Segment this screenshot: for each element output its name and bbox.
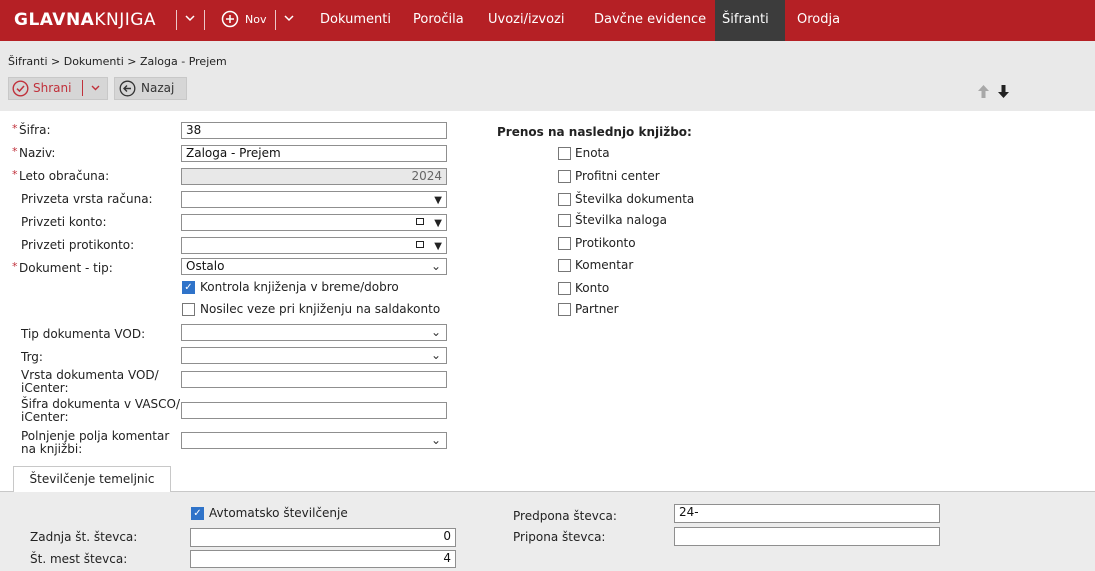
prenos-partner-label: Partner: [575, 302, 619, 316]
dokument-tip-label: Dokument - tip:: [19, 261, 113, 275]
prenos-enota-label: Enota: [575, 146, 610, 160]
chevron-down-icon: ⌄: [430, 348, 441, 362]
sifra-label: Šifra:: [19, 123, 51, 137]
chevron-down-icon[interactable]: [283, 12, 295, 27]
komentar-select[interactable]: ⌄: [181, 432, 447, 449]
chevron-down-icon: ⌄: [430, 259, 441, 273]
tip-vod-select[interactable]: ⌄: [181, 324, 447, 341]
dropdown-caret-icon: ▼: [434, 241, 442, 252]
top-nav-bar: GLAVNAKNJIGA Nov Dokumenti Poročila Uvoz…: [0, 0, 1095, 41]
vrsta-racuna-select[interactable]: ▼: [181, 191, 447, 208]
prenos-profitni-center-label: Profitni center: [575, 169, 660, 183]
prenos-stevilka-naloga-checkbox[interactable]: [558, 214, 571, 227]
pripona-input[interactable]: [674, 527, 940, 546]
chevron-down-icon: ⌄: [430, 433, 441, 447]
nav-porocila[interactable]: Poročila: [413, 12, 464, 27]
predpona-label: Predpona števca:: [513, 509, 617, 523]
prenos-stevilka-dokumenta-checkbox[interactable]: [558, 193, 571, 206]
protikonto-select[interactable]: ▼: [181, 237, 447, 254]
required-marker: *: [12, 260, 18, 273]
nav-sifranti[interactable]: Šifranti: [722, 12, 769, 27]
konto-select[interactable]: ▼: [181, 214, 447, 231]
prenos-stevilka-dokumenta-label: Številka dokumenta: [575, 192, 695, 206]
toolbar-area: [0, 41, 1095, 111]
vrsta-vod-label-line2: iCenter:: [21, 381, 69, 395]
plus-circle-icon[interactable]: [221, 10, 239, 31]
save-label: Shrani: [33, 81, 72, 95]
kontrola-label: Kontrola knjiženja v breme/dobro: [200, 280, 399, 294]
mest-stevca-label: Št. mest števca:: [30, 552, 128, 566]
nav-dokumenti[interactable]: Dokumenti: [320, 12, 391, 27]
sifra-vasco-input[interactable]: [181, 402, 447, 419]
naziv-input[interactable]: Zaloga - Prejem: [181, 145, 447, 162]
prenos-konto-checkbox[interactable]: [558, 282, 571, 295]
sifra-input[interactable]: 38: [181, 122, 447, 139]
arrow-down-icon[interactable]: [997, 84, 1010, 102]
required-marker: *: [12, 168, 18, 181]
save-split-divider: [82, 80, 83, 96]
sifra-vasco-label-line2: iCenter:: [21, 410, 69, 424]
trg-select[interactable]: ⌄: [181, 347, 447, 364]
nav-orodja[interactable]: Orodja: [797, 12, 840, 27]
breadcrumb: Šifranti > Dokumenti > Zaloga - Prejem: [8, 55, 227, 68]
nosilec-label: Nosilec veze pri knjiženju na saldakonto: [200, 302, 441, 316]
prenos-enota-checkbox[interactable]: [558, 147, 571, 160]
nav-davcne-evidence[interactable]: Davčne evidence: [594, 12, 706, 27]
prenos-komentar-label: Komentar: [575, 258, 634, 272]
komentar-label-line2: na knjižbi:: [21, 442, 83, 456]
tab-stevilcenje-temeljnic[interactable]: Številčenje temeljnic: [13, 466, 171, 492]
konto-label: Privzeti konto:: [21, 215, 107, 229]
dokument-tip-value: Ostalo: [186, 259, 225, 273]
dokument-tip-select[interactable]: Ostalo ⌄: [181, 258, 447, 275]
save-button[interactable]: Shrani: [8, 77, 108, 100]
required-marker: *: [12, 122, 18, 135]
calendar-icon[interactable]: [416, 218, 424, 225]
chevron-down-icon: ⌄: [430, 325, 441, 339]
kontrola-checkbox[interactable]: ✓: [182, 281, 195, 294]
arrow-up-icon[interactable]: [977, 84, 990, 102]
tip-vod-label: Tip dokumenta VOD:: [21, 327, 146, 341]
mest-stevca-input[interactable]: 4: [190, 550, 456, 568]
nav-uvozi-izvozi[interactable]: Uvozi/izvozi: [488, 12, 565, 27]
prenos-partner-checkbox[interactable]: [558, 303, 571, 316]
prenos-protikonto-checkbox[interactable]: [558, 237, 571, 250]
save-chevron-down-icon[interactable]: [90, 82, 101, 96]
prenos-konto-label: Konto: [575, 281, 610, 295]
arrow-left-circle-icon: [119, 80, 136, 100]
check-circle-icon: [12, 80, 29, 100]
nav-separator: [204, 10, 205, 30]
prenos-protikonto-label: Protikonto: [575, 236, 636, 250]
trg-label: Trg:: [21, 350, 43, 364]
dropdown-caret-icon: ▼: [434, 218, 442, 229]
dropdown-caret-icon: ▼: [434, 195, 442, 206]
logo-chevron-down-icon[interactable]: [184, 12, 196, 27]
prenos-stevilka-naloga-label: Številka naloga: [575, 213, 667, 227]
back-label: Nazaj: [141, 81, 175, 95]
prenos-profitni-center-checkbox[interactable]: [558, 170, 571, 183]
prenos-title: Prenos na naslednjo knjižbo:: [497, 125, 692, 139]
zadnja-stevca-label: Zadnja št. števca:: [30, 530, 138, 544]
required-marker: *: [12, 145, 18, 158]
naziv-label: Naziv:: [19, 146, 56, 160]
nosilec-checkbox[interactable]: [182, 303, 195, 316]
back-button[interactable]: Nazaj: [114, 77, 187, 100]
logo-light: KNJIGA: [94, 10, 157, 30]
vrsta-vod-input[interactable]: [181, 371, 447, 388]
nav-separator: [176, 10, 177, 30]
vrsta-racuna-label: Privzeta vrsta računa:: [21, 192, 153, 206]
leto-input: 2024: [181, 168, 447, 185]
pripona-label: Pripona števca:: [513, 530, 606, 544]
prenos-komentar-checkbox[interactable]: [558, 259, 571, 272]
logo-bold: GLAVNA: [14, 10, 95, 30]
calendar-icon[interactable]: [416, 241, 424, 248]
predpona-input[interactable]: 24-: [674, 504, 940, 523]
nav-separator: [275, 10, 276, 30]
zadnja-stevca-input[interactable]: 0: [190, 528, 456, 547]
new-button[interactable]: Nov: [245, 13, 266, 26]
leto-label: Leto obračuna:: [19, 169, 110, 183]
avto-stevilcenje-label: Avtomatsko številčenje: [209, 506, 348, 520]
protikonto-label: Privzeti protikonto:: [21, 238, 135, 252]
avto-stevilcenje-checkbox[interactable]: ✓: [191, 507, 204, 520]
app-logo[interactable]: GLAVNAKNJIGA: [14, 10, 156, 30]
